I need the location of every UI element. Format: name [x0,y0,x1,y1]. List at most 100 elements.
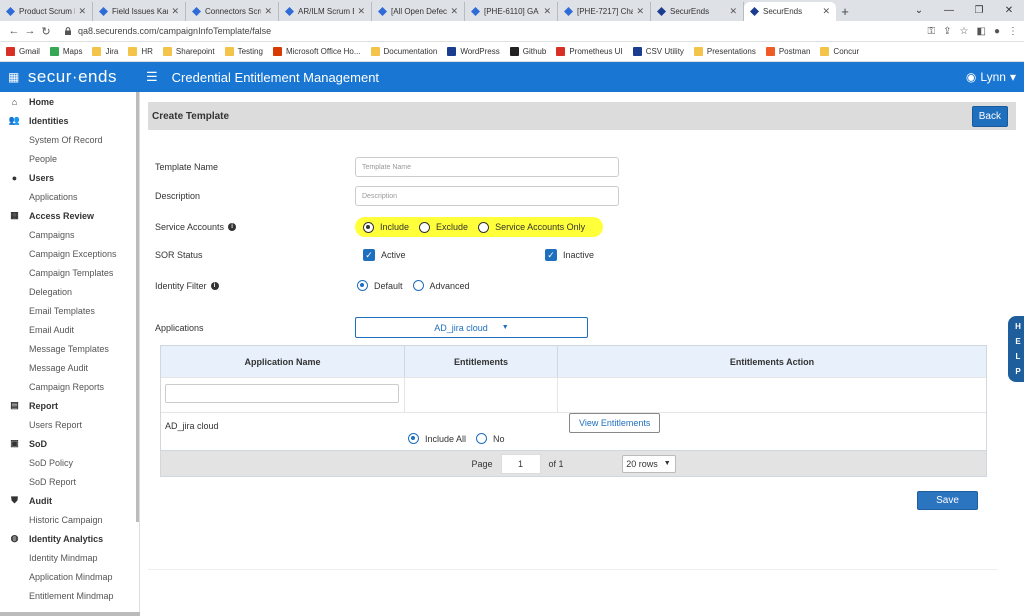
browser-tab[interactable]: Product Scrum B ✕ [0,2,93,21]
sidebar-item-home[interactable]: ⌂ Home [0,92,139,111]
sidebar-item-email-audit[interactable]: Email Audit [0,320,139,339]
close-window-icon[interactable]: ✕ [994,5,1024,16]
sidebar-item-campaigns[interactable]: Campaigns [0,225,139,244]
identity-advanced-radio[interactable] [412,280,424,291]
sidebar-item-system-of-record[interactable]: System Of Record [0,130,139,149]
bookmark-item[interactable]: Jira [92,47,118,56]
sidebar-item-users[interactable]: ● Users [0,168,139,187]
browser-tab[interactable]: Connectors Scrum✕ [186,2,279,21]
tab-close-icon[interactable]: ✕ [171,6,179,17]
bookmark-item[interactable]: Testing [224,47,263,56]
service-only-option[interactable]: Service Accounts Only [478,221,585,233]
minimize-icon[interactable]: — [934,5,964,16]
bookmark-item[interactable]: CSV Utility [632,47,684,56]
sor-active-option[interactable]: ✓ Active [363,249,535,261]
sidebar-item-sod-report[interactable]: SoD Report [0,472,139,491]
sidebar-item-campaign-reports[interactable]: Campaign Reports [0,377,139,396]
share-icon[interactable]: ⇪ [943,26,951,37]
sidebar-item-application-mindmap[interactable]: Application Mindmap [0,567,139,586]
sidebar-item-identities[interactable]: 👥 Identities [0,111,139,130]
restore-icon[interactable]: ❐ [964,5,994,16]
back-arrow-icon[interactable]: ← [6,25,22,37]
sidebar-item-campaign-templates[interactable]: Campaign Templates [0,263,139,282]
sidebar-item-email-templates[interactable]: Email Templates [0,301,139,320]
hamburger-menu-icon[interactable]: ☰ [146,69,158,85]
browser-tab[interactable]: Field Issues Kanb✕ [93,2,186,21]
browser-tab[interactable]: [PHE-6110] GA ar✕ [465,2,558,21]
save-button[interactable]: Save [917,491,978,510]
tab-close-icon[interactable]: ✕ [450,6,458,17]
info-icon[interactable]: i [210,281,219,290]
bookmark-item[interactable]: Postman [765,47,810,56]
service-exclude-radio[interactable] [419,221,431,233]
bookmark-item[interactable]: WordPress [447,47,500,56]
tab-close-icon[interactable]: ✕ [264,6,272,17]
sidebar-item-entitlement-mindmap[interactable]: Entitlement Mindmap [0,586,139,605]
page-input[interactable]: 1 [500,453,541,474]
info-icon[interactable]: i [228,223,237,231]
identity-advanced-option[interactable]: Advanced [412,280,470,291]
sidebar-item-identity-analytics[interactable]: ◍ Identity Analytics [0,529,139,548]
menu-dots-icon[interactable]: ⋮ [1008,26,1018,37]
bookmark-item[interactable]: Sharepoint [162,47,215,56]
sor-inactive-option[interactable]: ✓ Inactive [545,249,594,261]
service-include-radio[interactable] [363,221,374,233]
bookmark-item[interactable]: Maps [49,47,82,56]
service-include-option[interactable]: Include [363,221,409,233]
sidebar-item-sod[interactable]: ▣ SoD [0,434,139,453]
tab-search-icon[interactable]: ⌄ [904,5,934,16]
bookmark-item[interactable]: Prometheus UI [556,47,623,56]
horizontal-scrollbar[interactable] [0,612,140,616]
applications-dropdown[interactable]: AD_jira cloud ▼ [355,317,588,338]
reload-icon[interactable]: ↻ [38,25,54,38]
apps-grid-icon[interactable]: ▦ [8,70,20,84]
sidebar-item-message-templates[interactable]: Message Templates [0,339,139,358]
sidebar-item-message-audit[interactable]: Message Audit [0,358,139,377]
description-input[interactable]: Description [355,186,619,206]
include-all-radio[interactable] [408,433,419,444]
bookmark-item[interactable]: Concur [820,47,859,56]
back-button[interactable]: Back [971,105,1008,127]
sidebar-item-delegation[interactable]: Delegation [0,282,139,301]
identity-default-option[interactable]: Default [357,280,403,291]
user-menu[interactable]: ◉ Lynn ▾ [966,70,1016,84]
sor-active-checkbox[interactable]: ✓ [363,249,375,261]
sidebar-item-report[interactable]: ▤ Report [0,396,139,415]
bookmark-item[interactable]: Documentation [370,47,437,56]
profile-icon[interactable]: ● [994,26,1000,37]
view-entitlements-button[interactable]: View Entitlements [569,413,661,433]
bookmark-item[interactable]: HR [128,47,153,56]
forward-arrow-icon[interactable]: → [22,25,38,37]
sidebar-item-audit[interactable]: ⛊ Audit [0,491,139,510]
identity-default-radio[interactable] [357,280,368,291]
tab-close-icon[interactable]: ✕ [729,6,737,17]
sidebar-item-applications[interactable]: Applications [0,187,139,206]
key-icon[interactable]: ⚿ [928,26,936,37]
no-radio[interactable] [476,433,488,444]
application-filter-input[interactable] [165,384,399,403]
include-all-option[interactable]: Include All [408,433,466,444]
tab-close-icon[interactable]: ✕ [543,6,551,17]
browser-tab[interactable]: SecurEnds ✕ [651,2,744,21]
rows-per-page-select[interactable]: 20 rows ▼ [621,454,676,473]
sidebar-item-historic-campaign[interactable]: Historic Campaign [0,510,139,529]
sidebar-item-sod-policy[interactable]: SoD Policy [0,453,139,472]
tab-close-icon[interactable]: ✕ [357,6,365,17]
no-option[interactable]: No [476,433,505,444]
help-tab[interactable]: HELP [1008,316,1024,382]
sidebar-item-people[interactable]: People [0,149,139,168]
browser-tab[interactable]: [All Open Defects ✕ [372,2,465,21]
sidebar-item-users-report[interactable]: Users Report [0,415,139,434]
sidebar-scrollbar[interactable] [136,92,139,522]
bookmark-item[interactable]: Presentations [693,47,756,56]
sidebar-item-campaign-exceptions[interactable]: Campaign Exceptions [0,244,139,263]
browser-tab[interactable]: SecurEnds ✕ [744,2,836,21]
sor-inactive-checkbox[interactable]: ✓ [545,249,557,261]
template-name-input[interactable]: Template Name [355,157,619,177]
tab-close-icon[interactable]: ✕ [822,6,830,17]
tab-close-icon[interactable]: ✕ [78,6,86,17]
new-tab-button[interactable]: + [836,2,854,21]
sidebar-item-access-review[interactable]: ▦ Access Review [0,206,139,225]
brand-logo[interactable]: ▦ secur·ends [0,67,140,87]
sidepanel-icon[interactable]: ◧ [977,26,986,37]
